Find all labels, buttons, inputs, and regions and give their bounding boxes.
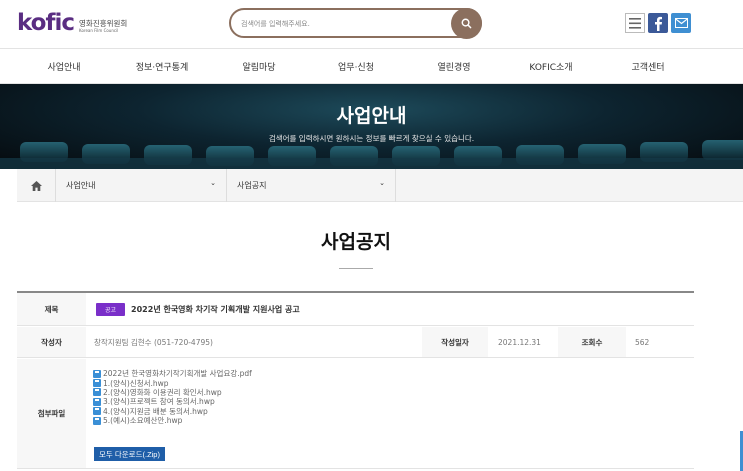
logo-english-name: Korean Film Council xyxy=(79,28,119,33)
views-label: 조회수 xyxy=(558,327,626,357)
file-icon xyxy=(93,379,101,388)
main-nav: 사업안내 정보·연구통계 알림마당 업무·신청 열린경영 KOFIC소개 고객센… xyxy=(0,48,743,84)
attachment-list: 2022년 한국영화차기작기획개발 사업요강.pdf 1.(양식)신청서.hwp… xyxy=(93,369,252,425)
breadcrumb-dropdown-section[interactable]: 사업안내 ⌄ xyxy=(56,169,227,202)
nav-item-notice[interactable]: 알림마당 xyxy=(242,60,275,73)
chevron-down-icon: ⌄ xyxy=(379,179,385,187)
mail-icon[interactable] xyxy=(671,13,691,33)
breadcrumb-level1-label: 사업안내 xyxy=(66,181,96,190)
nav-item-about[interactable]: KOFIC소개 xyxy=(529,60,572,73)
title-divider xyxy=(339,268,373,269)
post-detail-table: 제목 공고 2022년 한국영화 차기작 기획개발 지원사업 공고 작성자 창작… xyxy=(17,291,694,469)
search-input[interactable] xyxy=(241,15,441,32)
nav-item-open-management[interactable]: 열린경영 xyxy=(437,60,470,73)
home-button[interactable] xyxy=(17,169,56,202)
logo-wordmark: kofic xyxy=(17,10,75,36)
chevron-down-icon: ⌄ xyxy=(210,179,216,187)
kofic-logo[interactable]: kofic 영화진흥위원회 Korean Film Council xyxy=(17,10,127,36)
page-title: 사업공지 xyxy=(321,231,391,253)
nav-item-business[interactable]: 사업안내 xyxy=(47,60,80,73)
subject-cell: 공고 2022년 한국영화 차기작 기획개발 지원사업 공고 xyxy=(96,293,686,325)
banner-description: 검색어를 입력하시면 원하시는 정보를 빠르게 찾으실 수 있습니다. xyxy=(268,134,475,143)
download-all-button[interactable]: 모두 다운로드(.Zip) xyxy=(94,447,165,461)
attachment-label: 첨부파일 xyxy=(17,359,86,468)
author-label: 작성자 xyxy=(17,327,86,357)
author-value: 창작지원팀 김현수 (051-720-4795) xyxy=(94,337,213,347)
nav-item-customer-center[interactable]: 고객센터 xyxy=(631,60,664,73)
attachment-row: 첨부파일 2022년 한국영화차기작기획개발 사업요강.pdf 1.(양식)신청… xyxy=(17,359,694,469)
banner-title: 사업안내 xyxy=(336,105,407,127)
file-icon xyxy=(93,388,101,397)
notice-badge: 공고 xyxy=(96,302,126,316)
attachment-item[interactable]: 5.(예시)소요예산안.hwp xyxy=(93,416,252,425)
views-value: 562 xyxy=(635,337,650,347)
breadcrumb-level2-label: 사업공지 xyxy=(237,181,267,190)
search-box xyxy=(229,8,482,39)
post-subject: 2022년 한국영화 차기작 기획개발 지원사업 공고 xyxy=(131,304,300,314)
file-icon xyxy=(93,416,101,425)
nav-item-apply[interactable]: 업무·신청 xyxy=(338,60,374,73)
file-icon xyxy=(93,369,101,378)
menu-icon[interactable] xyxy=(625,13,645,33)
subject-label: 제목 xyxy=(17,293,86,325)
breadcrumb-dropdown-page[interactable]: 사업공지 ⌄ xyxy=(227,169,396,202)
search-button[interactable] xyxy=(451,8,482,39)
logo-subtitle: 영화진흥위원회 Korean Film Council xyxy=(79,19,127,33)
subject-row: 제목 공고 2022년 한국영화 차기작 기획개발 지원사업 공고 xyxy=(17,293,694,326)
logo-korean-name: 영화진흥위원회 xyxy=(79,19,128,28)
facebook-icon[interactable] xyxy=(648,13,668,33)
home-icon xyxy=(30,180,42,191)
search-icon xyxy=(461,18,472,29)
date-value: 2021.12.31 xyxy=(498,337,541,347)
breadcrumb: 사업안내 ⌄ 사업공지 ⌄ xyxy=(17,169,743,202)
site-header: kofic 영화진흥위원회 Korean Film Council xyxy=(0,0,743,47)
file-icon xyxy=(93,407,101,416)
hero-banner: 사업안내 검색어를 입력하시면 원하시는 정보를 빠르게 찾으실 수 있습니다. xyxy=(0,84,743,169)
file-icon xyxy=(93,397,101,406)
header-icons xyxy=(625,13,691,33)
nav-item-research[interactable]: 정보·연구통계 xyxy=(136,60,189,73)
meta-row: 작성자 창작지원팀 김현수 (051-720-4795) 작성일자 2021.1… xyxy=(17,327,694,358)
date-label: 작성일자 xyxy=(422,327,488,357)
